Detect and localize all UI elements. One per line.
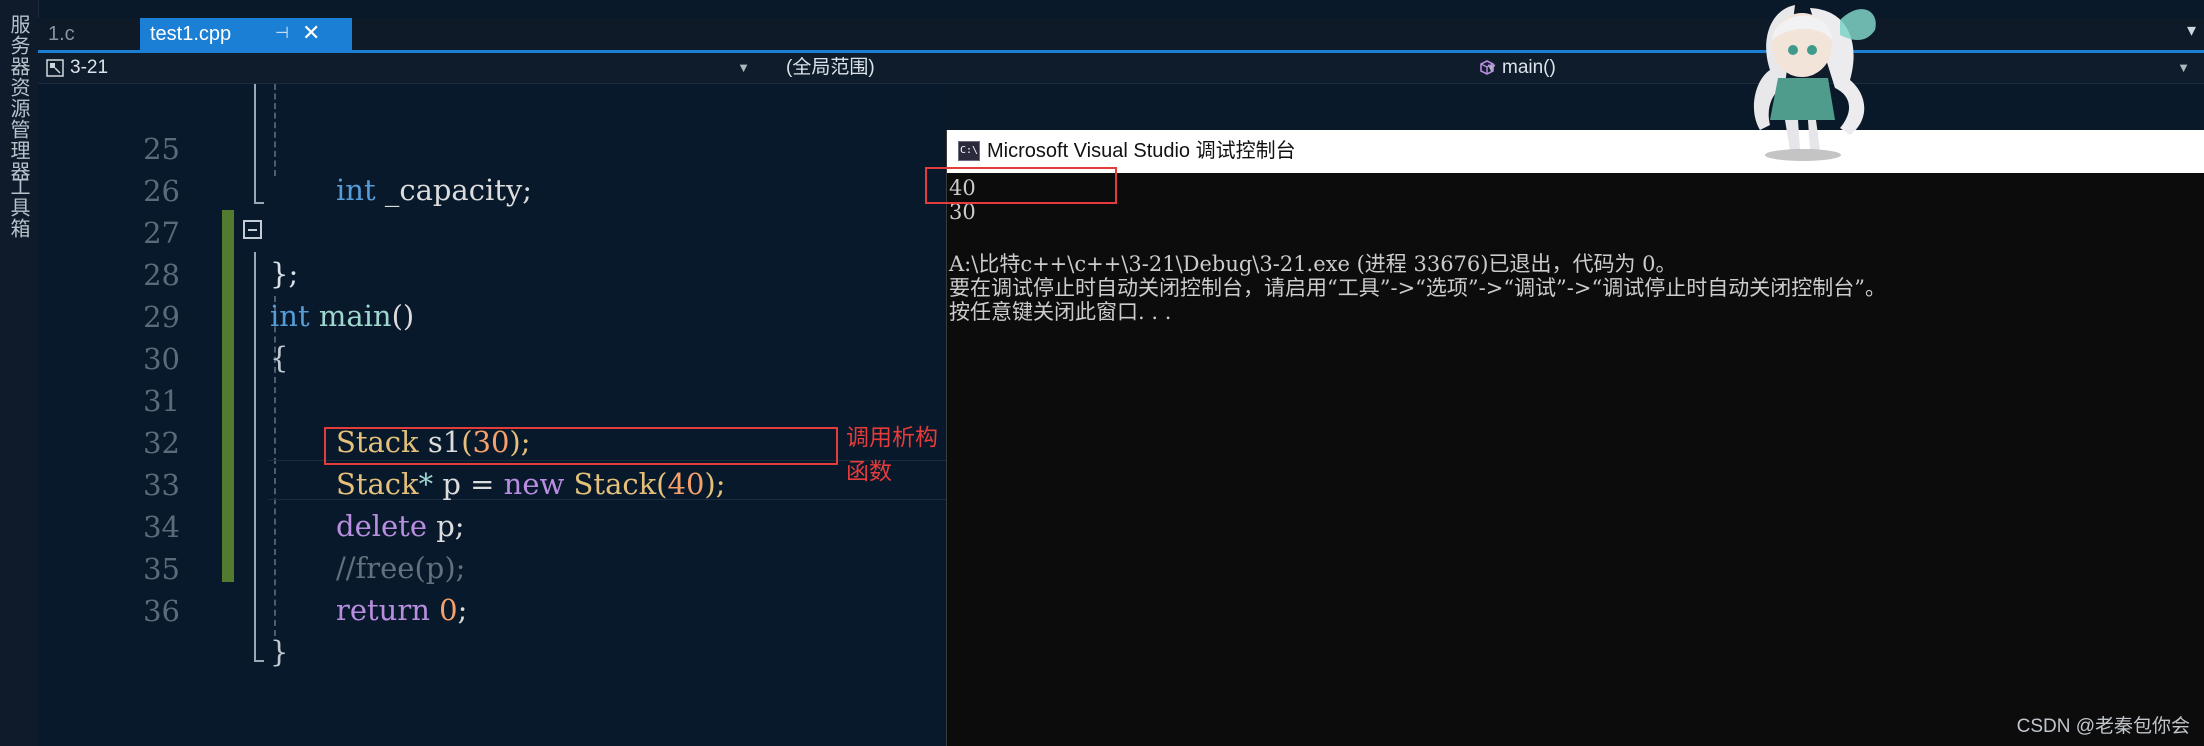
chevron-down-icon[interactable]: ▼ bbox=[737, 53, 750, 83]
tab-label: 1.c bbox=[48, 23, 75, 45]
tab-label: test1.cpp bbox=[150, 23, 232, 45]
csdn-watermark: CSDN @老秦包你会 bbox=[2016, 716, 2190, 737]
indent-guide bbox=[254, 660, 264, 662]
code-text: return 0; bbox=[336, 593, 468, 627]
annotation-destructor-call: 调用析构函数 bbox=[846, 424, 938, 484]
function-cube-icon bbox=[1480, 60, 1494, 75]
scope-dropdown[interactable]: (全局范围) ▼ bbox=[786, 53, 1506, 83]
side-panel-strip: 服务器资源管理器 工具箱 bbox=[0, 0, 39, 746]
code-line: 35 return 0; bbox=[38, 508, 946, 627]
scope-label: (全局范围) bbox=[786, 57, 875, 78]
tab-overflow-chevron-down-icon[interactable]: ▾ bbox=[2187, 20, 2196, 41]
line-number: 36 bbox=[143, 594, 180, 628]
console-output-line: 按任意键关闭此窗口. . . bbox=[949, 300, 1172, 324]
code-line: 28 int main() bbox=[38, 214, 946, 333]
code-line: 30 bbox=[38, 298, 946, 376]
project-icon bbox=[46, 59, 64, 77]
pin-icon[interactable]: ⊣ bbox=[275, 18, 289, 50]
project-name: 3-21 bbox=[70, 57, 109, 78]
anime-mascot-decoration bbox=[1753, 5, 1876, 161]
chevron-down-icon[interactable]: ▼ bbox=[2177, 53, 2190, 83]
code-editor[interactable]: 25 int _capacity; 26 27 }; 28 int main()… bbox=[38, 84, 946, 746]
code-text: } bbox=[270, 635, 289, 669]
code-line: 27 }; bbox=[38, 172, 946, 291]
close-icon[interactable]: ✕ bbox=[302, 17, 320, 49]
code-line: 31 Stack s1(30); bbox=[38, 340, 946, 459]
toolbox-tab[interactable]: 工具箱 bbox=[4, 176, 33, 239]
code-line: 25 int _capacity; bbox=[38, 88, 946, 207]
console-title-bar[interactable]: C:\ Microsoft Visual Studio 调试控制台 bbox=[947, 130, 2204, 173]
highlight-box-delete bbox=[324, 427, 838, 465]
server-explorer-tab[interactable]: 服务器资源管理器 bbox=[4, 14, 33, 182]
code-line: 34 //free(p); bbox=[38, 466, 946, 585]
tab-test1-cpp[interactable]: test1.cpp ⊣ ✕ bbox=[140, 18, 352, 50]
code-line: 32 Stack* p = new Stack(40); bbox=[38, 382, 946, 501]
code-line: 36 } bbox=[38, 550, 946, 669]
code-line: 26 bbox=[38, 130, 946, 208]
code-line: 29 { bbox=[38, 256, 946, 375]
console-icon: C:\ bbox=[958, 141, 980, 161]
function-name: main() bbox=[1502, 57, 1556, 78]
debug-console-window[interactable]: C:\ Microsoft Visual Studio 调试控制台 40 30 … bbox=[925, 130, 2204, 746]
highlight-box-output bbox=[925, 167, 1117, 204]
project-dropdown[interactable]: 3-21 ▼ bbox=[46, 53, 758, 83]
